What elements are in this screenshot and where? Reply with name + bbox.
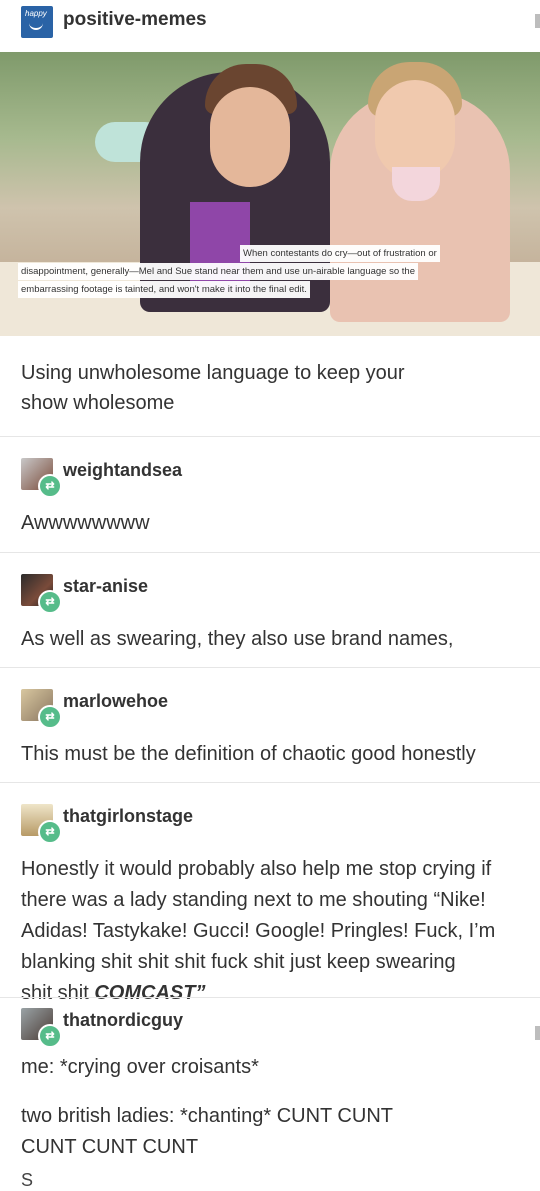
post-body: Using unwholesome language to keep your …	[21, 358, 461, 418]
divider	[0, 552, 540, 553]
reblog-text-line: CUNT CUNT CUNT	[21, 1136, 199, 1158]
post-text-line: Using unwholesome language to keep your	[21, 362, 405, 384]
reblog-text-line: there was a lady standing next to me sho…	[21, 889, 486, 911]
reblog-text: As well as swearing, they also use brand…	[21, 624, 521, 655]
reblog-text: Awwwwwwww	[21, 508, 521, 539]
reblog-text-line: blanking shit shit shit fuck shit just k…	[21, 951, 456, 973]
reblog-text: me: *crying over croisants* two british …	[21, 1052, 521, 1163]
photo-face-right	[375, 80, 455, 180]
reblog-icon: ⇄	[38, 1024, 62, 1048]
reblog-icon: ⇄	[38, 705, 62, 729]
reblog-icon: ⇄	[38, 590, 62, 614]
text-segment: shit shit	[21, 982, 95, 1004]
post-photo[interactable]: When contestants do cry—out of frustrati…	[0, 52, 540, 336]
reblog-icon: ⇄	[38, 474, 62, 498]
reblog-text-line: me: *crying over croisants*	[21, 1056, 259, 1078]
reblog-text-line: two british ladies: *chanting* CUNT CUNT	[21, 1105, 393, 1127]
username-link[interactable]: weightandsea	[63, 460, 182, 481]
blog-name-link[interactable]: positive-memes	[63, 9, 207, 31]
reblog-text-line: shit shit COMCAST”	[21, 978, 521, 1009]
post-text-line: show wholesome	[21, 392, 175, 414]
divider	[0, 667, 540, 668]
reblog-text-line: As well as swearing, they also use brand…	[21, 628, 454, 650]
photo-teacup	[392, 167, 440, 201]
reblog-text-line: Adidas! Tastykake! Gucci! Google! Pringl…	[21, 920, 496, 942]
divider	[0, 997, 540, 998]
reblog-text-line: Honestly it would probably also help me …	[21, 858, 492, 880]
username-link[interactable]: star-anise	[63, 576, 148, 597]
divider	[0, 436, 540, 437]
blog-avatar[interactable]: happy	[21, 6, 53, 38]
photo-face-left	[210, 87, 290, 187]
reblog-text-line: Awwwwwwww	[21, 512, 150, 534]
caption-line: embarrassing footage is tainted, and won…	[18, 281, 310, 298]
username-link[interactable]: thatgirlonstage	[63, 806, 193, 827]
scroll-indicator	[535, 1026, 540, 1040]
emphasized-text: COMCAST”	[94, 982, 206, 1004]
scroll-indicator	[535, 14, 540, 28]
reblog-text: Honestly it would probably also help me …	[21, 854, 521, 1009]
caption-line: When contestants do cry—out of frustrati…	[240, 245, 440, 262]
avatar-text: happy	[25, 9, 47, 18]
divider	[0, 782, 540, 783]
username-link[interactable]: marlowehoe	[63, 691, 168, 712]
username-link[interactable]: thatnordicguy	[63, 1010, 183, 1031]
reblog-text-line: This must be the definition of chaotic g…	[21, 743, 476, 765]
photo-caption: When contestants do cry—out of frustrati…	[18, 245, 523, 301]
cut-off-text: S	[21, 1170, 34, 1190]
reblog-text: This must be the definition of chaotic g…	[21, 739, 521, 770]
caption-line: disappointment, generally—Mel and Sue st…	[18, 263, 418, 280]
reblog-icon: ⇄	[38, 820, 62, 844]
post-header: happy positive-memes	[0, 0, 540, 50]
smile-icon	[29, 20, 43, 30]
